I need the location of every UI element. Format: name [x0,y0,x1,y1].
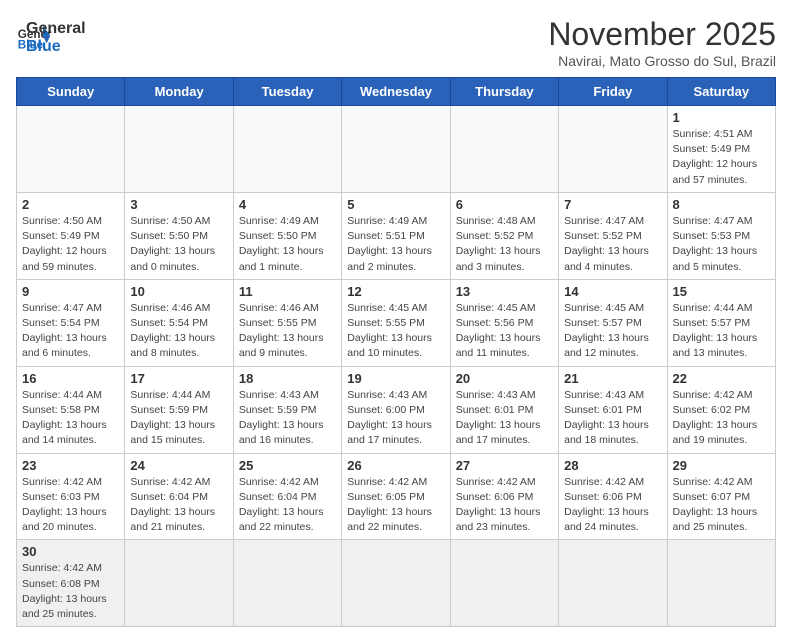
day-1: 1 Sunrise: 4:51 AM Sunset: 5:49 PM Dayli… [667,106,775,193]
empty-cell [125,106,233,193]
day-29: 29 Sunrise: 4:42 AM Sunset: 6:07 PM Dayl… [667,453,775,540]
day-14: 14 Sunrise: 4:45 AM Sunset: 5:57 PM Dayl… [559,279,667,366]
empty-cell [342,540,450,627]
day-25: 25 Sunrise: 4:42 AM Sunset: 6:04 PM Dayl… [233,453,341,540]
month-title: November 2025 [548,16,776,53]
table-row: 2 Sunrise: 4:50 AM Sunset: 5:49 PM Dayli… [17,192,776,279]
table-row: 1 Sunrise: 4:51 AM Sunset: 5:49 PM Dayli… [17,106,776,193]
day-6: 6 Sunrise: 4:48 AM Sunset: 5:52 PM Dayli… [450,192,558,279]
day-13: 13 Sunrise: 4:45 AM Sunset: 5:56 PM Dayl… [450,279,558,366]
table-row: 9 Sunrise: 4:47 AM Sunset: 5:54 PM Dayli… [17,279,776,366]
table-row: 30 Sunrise: 4:42 AM Sunset: 6:08 PM Dayl… [17,540,776,627]
logo: General Blue General Blue [16,16,86,56]
empty-cell [667,540,775,627]
day-18: 18 Sunrise: 4:43 AM Sunset: 5:59 PM Dayl… [233,366,341,453]
empty-cell [342,106,450,193]
header-tuesday: Tuesday [233,78,341,106]
day-28: 28 Sunrise: 4:42 AM Sunset: 6:06 PM Dayl… [559,453,667,540]
day-7: 7 Sunrise: 4:47 AM Sunset: 5:52 PM Dayli… [559,192,667,279]
day-2: 2 Sunrise: 4:50 AM Sunset: 5:49 PM Dayli… [17,192,125,279]
empty-cell [450,106,558,193]
header-friday: Friday [559,78,667,106]
title-block: November 2025 Navirai, Mato Grosso do Su… [548,16,776,69]
empty-cell [450,540,558,627]
day-5: 5 Sunrise: 4:49 AM Sunset: 5:51 PM Dayli… [342,192,450,279]
day-23: 23 Sunrise: 4:42 AM Sunset: 6:03 PM Dayl… [17,453,125,540]
empty-cell [559,106,667,193]
header-sunday: Sunday [17,78,125,106]
logo-blue: Blue [26,38,86,56]
day-22: 22 Sunrise: 4:42 AM Sunset: 6:02 PM Dayl… [667,366,775,453]
calendar-table: Sunday Monday Tuesday Wednesday Thursday… [16,77,776,627]
empty-cell [17,106,125,193]
day-17: 17 Sunrise: 4:44 AM Sunset: 5:59 PM Dayl… [125,366,233,453]
day-4: 4 Sunrise: 4:49 AM Sunset: 5:50 PM Dayli… [233,192,341,279]
day-15: 15 Sunrise: 4:44 AM Sunset: 5:57 PM Dayl… [667,279,775,366]
day-20: 20 Sunrise: 4:43 AM Sunset: 6:01 PM Dayl… [450,366,558,453]
location: Navirai, Mato Grosso do Sul, Brazil [548,53,776,69]
day-26: 26 Sunrise: 4:42 AM Sunset: 6:05 PM Dayl… [342,453,450,540]
empty-cell [233,540,341,627]
day-9: 9 Sunrise: 4:47 AM Sunset: 5:54 PM Dayli… [17,279,125,366]
day-12: 12 Sunrise: 4:45 AM Sunset: 5:55 PM Dayl… [342,279,450,366]
day-8: 8 Sunrise: 4:47 AM Sunset: 5:53 PM Dayli… [667,192,775,279]
day-27: 27 Sunrise: 4:42 AM Sunset: 6:06 PM Dayl… [450,453,558,540]
day-3: 3 Sunrise: 4:50 AM Sunset: 5:50 PM Dayli… [125,192,233,279]
day-16: 16 Sunrise: 4:44 AM Sunset: 5:58 PM Dayl… [17,366,125,453]
day-10: 10 Sunrise: 4:46 AM Sunset: 5:54 PM Dayl… [125,279,233,366]
header-saturday: Saturday [667,78,775,106]
day-30: 30 Sunrise: 4:42 AM Sunset: 6:08 PM Dayl… [17,540,125,627]
empty-cell [125,540,233,627]
day-11: 11 Sunrise: 4:46 AM Sunset: 5:55 PM Dayl… [233,279,341,366]
logo-general: General [26,20,86,38]
page-header: General Blue General Blue November 2025 … [16,16,776,69]
header-wednesday: Wednesday [342,78,450,106]
day-21: 21 Sunrise: 4:43 AM Sunset: 6:01 PM Dayl… [559,366,667,453]
empty-cell [559,540,667,627]
header-monday: Monday [125,78,233,106]
day-19: 19 Sunrise: 4:43 AM Sunset: 6:00 PM Dayl… [342,366,450,453]
day-24: 24 Sunrise: 4:42 AM Sunset: 6:04 PM Dayl… [125,453,233,540]
header-thursday: Thursday [450,78,558,106]
table-row: 23 Sunrise: 4:42 AM Sunset: 6:03 PM Dayl… [17,453,776,540]
weekday-header-row: Sunday Monday Tuesday Wednesday Thursday… [17,78,776,106]
empty-cell [233,106,341,193]
table-row: 16 Sunrise: 4:44 AM Sunset: 5:58 PM Dayl… [17,366,776,453]
